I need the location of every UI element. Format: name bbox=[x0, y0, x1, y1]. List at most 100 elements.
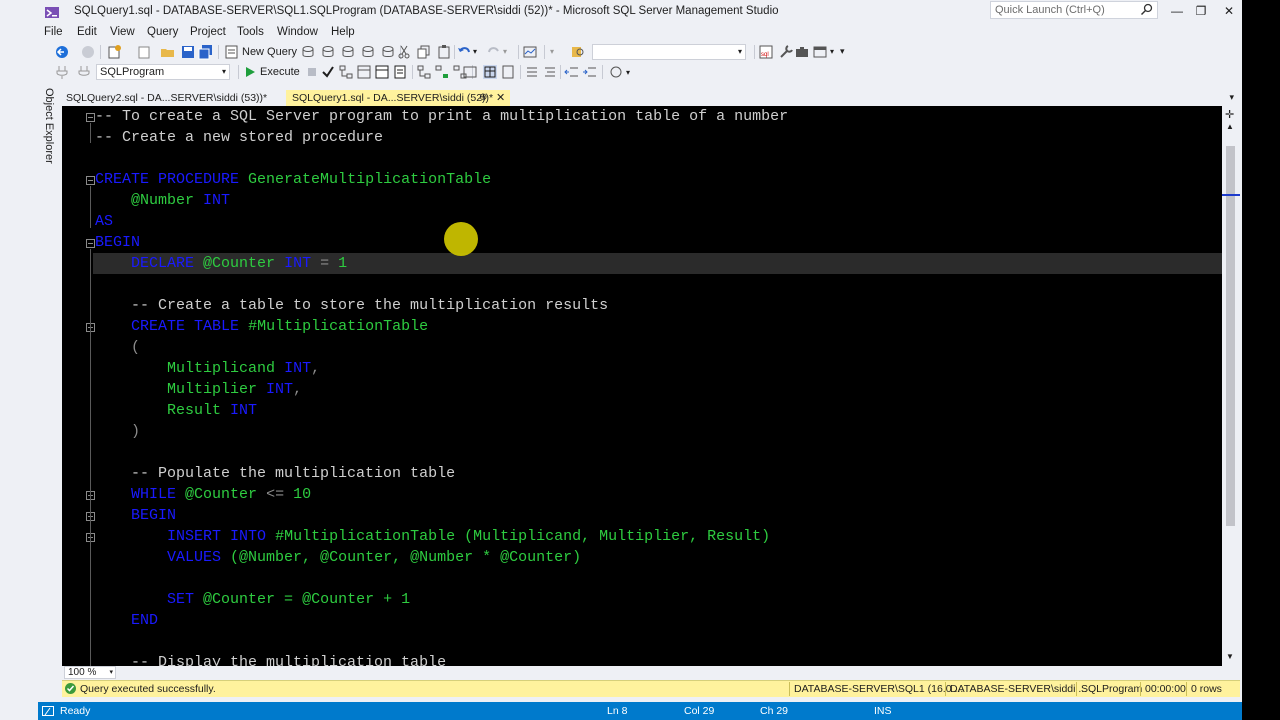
save-all-icon[interactable] bbox=[198, 44, 214, 60]
cancel-query-icon[interactable] bbox=[304, 64, 320, 80]
title-bar: SQLQuery1.sql - DATABASE-SERVER\SQL1.SQL… bbox=[0, 0, 1242, 24]
live-stats-icon[interactable] bbox=[434, 64, 450, 80]
code-line-27: -- Display the multiplication table bbox=[131, 654, 447, 666]
ssms-window: SQLQuery1.sql - DATABASE-SERVER\SQL1.SQL… bbox=[0, 0, 1242, 720]
collapse-icon[interactable] bbox=[86, 239, 95, 248]
results-grid-active-icon[interactable] bbox=[482, 64, 498, 80]
close-tab-icon[interactable]: ✕ bbox=[496, 91, 505, 104]
mdx-query-icon[interactable] bbox=[340, 44, 356, 60]
standard-toolbar: New Query ▾ ▾ ▾ ▾ sql ▾ ▾ bbox=[38, 42, 1242, 62]
menu-edit[interactable]: Edit bbox=[77, 26, 97, 38]
increase-indent-icon[interactable] bbox=[582, 64, 598, 80]
code-line-8: DECLARE @Counter INT = 1 bbox=[131, 255, 348, 272]
collapse-icon[interactable] bbox=[86, 176, 95, 185]
status-line: Ln 8 bbox=[607, 705, 628, 717]
config-dropdown-icon[interactable]: ▾ bbox=[550, 47, 554, 56]
code-line-13: Multiplicand INT, bbox=[167, 360, 321, 377]
xmla-query-icon[interactable] bbox=[380, 44, 396, 60]
include-plan-icon[interactable] bbox=[416, 64, 432, 80]
display-plan-icon[interactable] bbox=[338, 64, 354, 80]
forward-icon[interactable] bbox=[80, 44, 96, 60]
query-status-server: DATABASE-SERVER\SQL1 (16.0 ... bbox=[794, 683, 964, 695]
collapse-icon[interactable] bbox=[86, 113, 95, 122]
decrease-indent-icon[interactable] bbox=[564, 64, 580, 80]
parse-check-icon[interactable] bbox=[320, 64, 336, 80]
connect-icon[interactable] bbox=[54, 64, 70, 80]
results-file-icon[interactable] bbox=[500, 64, 516, 80]
layout-dropdown-icon[interactable]: ▾ bbox=[830, 47, 834, 56]
code-editor[interactable]: -- To create a SQL Server program to pri… bbox=[62, 106, 1222, 666]
back-icon[interactable] bbox=[54, 44, 70, 60]
tab-sqlquery1[interactable]: SQLQuery1.sql - DA...SERVER\siddi (52))*… bbox=[286, 90, 510, 107]
code-line-25: END bbox=[131, 612, 159, 629]
code-line-7: BEGIN bbox=[95, 234, 141, 251]
properties-wrench-icon[interactable] bbox=[778, 44, 794, 60]
analysis-query-icon[interactable] bbox=[320, 44, 336, 60]
undo-icon[interactable] bbox=[456, 44, 472, 60]
toolbar2-overflow-icon[interactable]: ▾ bbox=[626, 68, 630, 77]
uncomment-icon[interactable] bbox=[542, 64, 558, 80]
editor-vertical-scrollbar[interactable]: ✛ ▲ ▼ bbox=[1222, 106, 1240, 666]
menu-query[interactable]: Query bbox=[147, 26, 178, 38]
editor-gutter bbox=[62, 106, 92, 666]
code-line-1: -- To create a SQL Server program to pri… bbox=[95, 108, 789, 125]
execute-button[interactable]: Execute bbox=[260, 66, 300, 78]
document-tabs: SQLQuery2.sql - DA...SERVER\siddi (53))*… bbox=[60, 88, 1242, 107]
menu-view[interactable]: View bbox=[110, 26, 135, 38]
pin-icon[interactable]: ⊕ bbox=[479, 92, 487, 103]
new-query-icon[interactable] bbox=[224, 44, 240, 60]
svg-text:sql: sql bbox=[761, 52, 769, 58]
menu-window[interactable]: Window bbox=[277, 26, 318, 38]
menu-help[interactable]: Help bbox=[331, 26, 355, 38]
comment-out-icon[interactable] bbox=[524, 64, 540, 80]
new-project-icon[interactable] bbox=[106, 44, 122, 60]
results-text-icon[interactable] bbox=[462, 64, 478, 80]
output-window-icon[interactable] bbox=[42, 706, 54, 716]
menu-tools[interactable]: Tools bbox=[237, 26, 264, 38]
menu-file[interactable]: File bbox=[44, 26, 63, 38]
find-in-files-icon[interactable] bbox=[570, 44, 586, 60]
results-grid-icon[interactable] bbox=[392, 64, 408, 80]
caret-position-marker bbox=[1222, 194, 1240, 196]
query-designer-icon[interactable] bbox=[356, 64, 372, 80]
object-explorer-tab[interactable]: Object Explorer bbox=[43, 88, 55, 164]
results-to-icon[interactable] bbox=[374, 64, 390, 80]
split-icon[interactable]: ✛ bbox=[1225, 108, 1234, 121]
code-line-19: WHILE @Counter <= 10 bbox=[131, 486, 312, 503]
scrollbar-thumb[interactable] bbox=[1226, 146, 1235, 526]
cut-icon[interactable] bbox=[396, 44, 412, 60]
zoom-select[interactable]: 100 % ▾ bbox=[64, 666, 116, 679]
solution-config-combo[interactable]: ▾ bbox=[592, 44, 746, 60]
scroll-down-icon[interactable]: ▼ bbox=[1226, 652, 1234, 661]
toolbox-icon[interactable] bbox=[794, 44, 810, 60]
change-connection-icon[interactable] bbox=[76, 64, 92, 80]
scroll-up-icon[interactable]: ▲ bbox=[1226, 122, 1234, 131]
copy-icon[interactable] bbox=[416, 44, 432, 60]
dmx-query-icon[interactable] bbox=[360, 44, 376, 60]
save-icon[interactable] bbox=[180, 44, 196, 60]
code-line-5: @Number INT bbox=[131, 192, 231, 209]
close-icon[interactable]: ✕ bbox=[1212, 0, 1246, 22]
menu-project[interactable]: Project bbox=[190, 26, 226, 38]
new-query-button[interactable]: New Query bbox=[242, 46, 297, 58]
menu-bar: File Edit View Query Project Tools Windo… bbox=[0, 24, 1242, 42]
open-file-icon[interactable] bbox=[160, 44, 176, 60]
specify-values-icon[interactable] bbox=[608, 64, 624, 80]
object-explorer-strip[interactable] bbox=[38, 84, 60, 704]
window-layout-icon[interactable] bbox=[812, 44, 828, 60]
tab-list-dropdown-icon[interactable]: ▾ bbox=[1229, 92, 1234, 103]
quick-launch-input[interactable]: Quick Launch (Ctrl+Q) bbox=[990, 1, 1158, 19]
db-query-icon[interactable] bbox=[300, 44, 316, 60]
toolbar-overflow-icon[interactable]: ▾ bbox=[840, 46, 845, 57]
add-item-icon[interactable] bbox=[136, 44, 152, 60]
code-line-10: -- Create a table to store the multiplic… bbox=[131, 297, 609, 314]
paste-icon[interactable] bbox=[436, 44, 452, 60]
execute-play-icon[interactable] bbox=[242, 64, 258, 80]
database-select[interactable]: SQLProgram ▾ bbox=[96, 64, 230, 80]
registered-servers-icon[interactable]: sql bbox=[758, 44, 774, 60]
activity-monitor-icon[interactable] bbox=[522, 44, 538, 60]
redo-icon[interactable] bbox=[486, 44, 502, 60]
tab-sqlquery2[interactable]: SQLQuery2.sql - DA...SERVER\siddi (53))* bbox=[60, 90, 273, 107]
redo-dropdown-icon[interactable]: ▾ bbox=[503, 47, 507, 56]
undo-dropdown-icon[interactable]: ▾ bbox=[473, 47, 477, 56]
